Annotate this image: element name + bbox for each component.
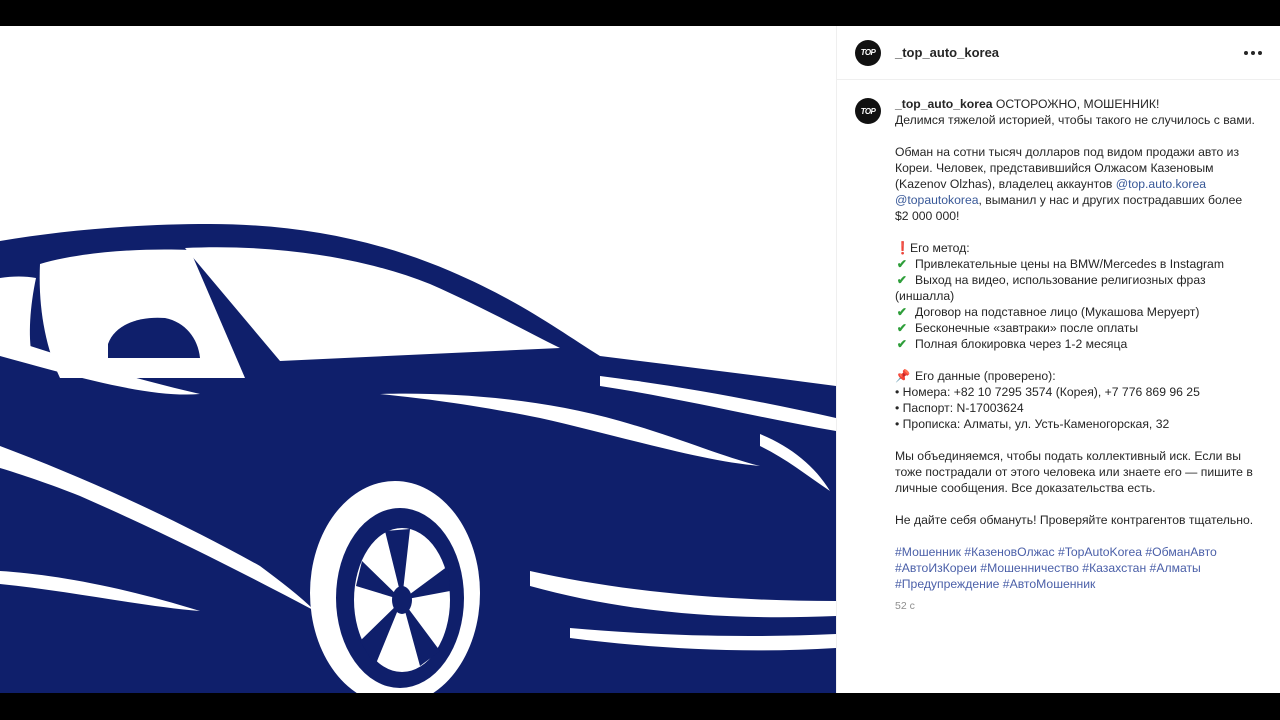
list-item: ✔ Привлекательные цены на BMW/Mercedes в … bbox=[895, 256, 1255, 272]
check-mark-icon: ✔ bbox=[896, 321, 908, 335]
method-item-text: Бесконечные «завтраки» после оплаты bbox=[915, 321, 1139, 335]
data-title: 📌 Его данные (проверено): bbox=[895, 368, 1255, 384]
caption-first-line: _top_auto_korea ОСТОРОЖНО, МОШЕННИК! bbox=[895, 96, 1255, 112]
method-item-text: Договор на подставное лицо (Мукашова Мер… bbox=[915, 305, 1200, 319]
list-item: ✔ Выход на видео, использование религиозн… bbox=[895, 272, 1255, 304]
method-item-text: Полная блокировка через 1-2 месяца bbox=[915, 337, 1128, 351]
post-image[interactable] bbox=[0, 26, 836, 693]
mention-link-2[interactable]: @topautokorea bbox=[895, 193, 979, 207]
header-username[interactable]: _top_auto_korea bbox=[895, 45, 999, 60]
caption-text: _top_auto_korea ОСТОРОЖНО, МОШЕННИК! Дел… bbox=[895, 96, 1255, 614]
check-mark-icon: ✔ bbox=[896, 273, 908, 287]
caption-title: ОСТОРОЖНО, МОШЕННИК! bbox=[995, 97, 1160, 111]
profile-avatar[interactable]: TOP bbox=[855, 39, 881, 66]
method-item-text: Выход на видео, использование религиозны… bbox=[895, 273, 1206, 303]
caption-avatar[interactable]: TOP bbox=[855, 98, 881, 124]
car-illustration bbox=[0, 224, 836, 693]
avatar-logo-text: TOP bbox=[860, 48, 876, 57]
caption-avatar-logo-text: TOP bbox=[860, 106, 876, 116]
list-item: • Паспорт: N-17003624 bbox=[895, 401, 1024, 415]
method-title-text: Его метод: bbox=[910, 241, 970, 255]
bottom-letterbox bbox=[0, 693, 1280, 720]
check-mark-icon: ✔ bbox=[896, 305, 908, 319]
method-item-text: Привлекательные цены на BMW/Mercedes в I… bbox=[915, 257, 1224, 271]
post-sidebar: TOP _top_auto_korea TOP _top_auto_korea … bbox=[836, 26, 1280, 693]
mention-link-1[interactable]: @top.auto.korea bbox=[1116, 177, 1206, 191]
method-title: ❗Его метод: bbox=[895, 240, 1255, 256]
caption-intro: Делимся тяжелой историей, чтобы такого н… bbox=[895, 113, 1255, 127]
post-modal: TOP _top_auto_korea TOP _top_auto_korea … bbox=[0, 26, 1280, 693]
exclamation-mark-icon: ❗ bbox=[895, 241, 911, 255]
data-title-text: Его данные (проверено): bbox=[915, 369, 1056, 383]
post-timestamp[interactable]: 52 с bbox=[895, 598, 1255, 614]
caption-warning: Не дайте себя обмануть! Проверяйте контр… bbox=[895, 513, 1254, 527]
list-item: ✔ Договор на подставное лицо (Мукашова Ме… bbox=[895, 304, 1255, 320]
caption-appeal: Мы объединяемся, чтобы подать коллективн… bbox=[895, 449, 1253, 495]
list-item: • Прописка: Алматы, ул. Усть-Каменогорск… bbox=[895, 417, 1170, 431]
check-mark-icon: ✔ bbox=[896, 337, 908, 351]
caption-username[interactable]: _top_auto_korea bbox=[895, 97, 993, 111]
list-item: • Номера: +82 10 7295 3574 (Корея), +7 7… bbox=[895, 385, 1200, 399]
list-item: ✔ Полная блокировка через 1-2 месяца bbox=[895, 336, 1255, 352]
caption-block: TOP _top_auto_korea ОСТОРОЖНО, МОШЕННИК!… bbox=[837, 80, 1280, 614]
caption-story: Обман на сотни тысяч долларов под видом … bbox=[895, 144, 1255, 224]
list-item: ✔ Бесконечные «завтраки» после оплаты bbox=[895, 320, 1255, 336]
hashtags[interactable]: #Мошенник #КазеновОлжас #TopAutoKorea #О… bbox=[895, 544, 1255, 592]
post-header: TOP _top_auto_korea bbox=[837, 26, 1280, 80]
more-horizontal-icon[interactable] bbox=[1242, 45, 1264, 61]
check-mark-icon: ✔ bbox=[896, 257, 908, 271]
pushpin-icon: 📌 bbox=[895, 369, 911, 383]
top-letterbox bbox=[0, 0, 1280, 26]
